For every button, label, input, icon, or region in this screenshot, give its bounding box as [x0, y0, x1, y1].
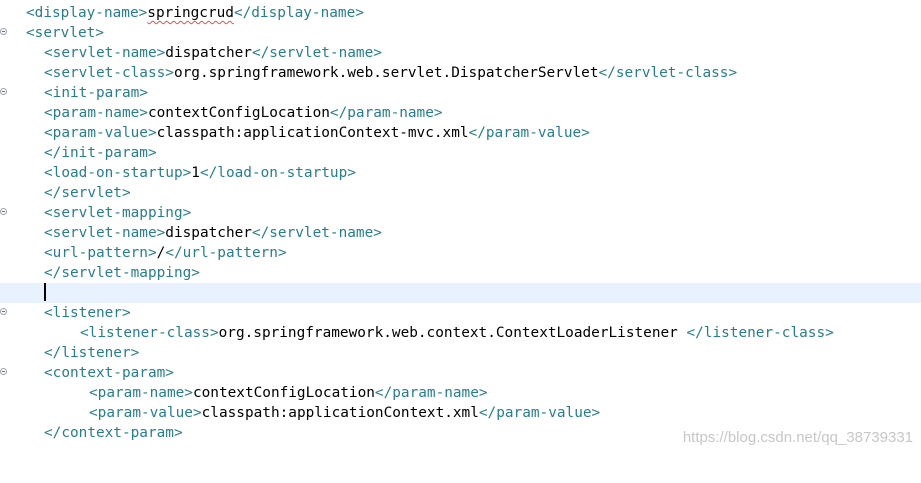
code-content: <context-param> — [44, 363, 174, 383]
open-tag: <servlet-name> — [44, 45, 166, 61]
code-content: <listener> — [44, 303, 131, 323]
code-content: <init-param> — [44, 83, 148, 103]
code-line[interactable]: <listener> — [0, 303, 921, 323]
open-tag: </servlet-mapping> — [44, 265, 200, 281]
open-tag: <display-name> — [26, 5, 148, 21]
fold-toggle-icon[interactable] — [0, 368, 7, 375]
close-tag: </load-on-startup> — [199, 165, 356, 181]
open-tag: <param-name> — [89, 385, 193, 401]
code-content — [44, 283, 46, 303]
close-tag: </param-value> — [468, 125, 590, 141]
code-content: <servlet-class>org.springframework.web.s… — [44, 63, 737, 83]
close-tag: </display-name> — [233, 5, 364, 21]
code-content: </init-param> — [44, 143, 157, 163]
code-line[interactable]: <param-name>contextConfigLocation</param… — [0, 383, 921, 403]
code-line[interactable]: <context-param> — [0, 363, 921, 383]
code-line[interactable]: <init-param> — [0, 83, 921, 103]
code-line[interactable]: </init-param> — [0, 143, 921, 163]
code-content: <servlet> — [26, 23, 104, 43]
watermark: https://blog.csdn.net/qq_38739331 — [682, 429, 913, 446]
code-content: </context-param> — [44, 423, 183, 443]
code-line[interactable]: <listener-class>org.springframework.web.… — [0, 323, 921, 343]
open-tag: <servlet> — [26, 25, 104, 41]
code-line[interactable]: </servlet-mapping> — [0, 263, 921, 283]
code-line[interactable]: <param-value>classpath:applicationContex… — [0, 123, 921, 143]
code-content: <servlet-name>dispatcher</servlet-name> — [44, 223, 382, 243]
fold-toggle-icon[interactable] — [0, 88, 7, 95]
code-line[interactable]: <servlet-mapping> — [0, 203, 921, 223]
tag-text: org.springframework.web.servlet.Dispatch… — [173, 65, 599, 81]
open-tag: </init-param> — [44, 145, 157, 161]
code-line[interactable]: <param-name>contextConfigLocation</param… — [0, 103, 921, 123]
open-tag: <param-value> — [89, 405, 202, 421]
code-content: <url-pattern>/</url-pattern> — [44, 243, 287, 263]
open-tag: <url-pattern> — [44, 245, 157, 261]
tag-text: / — [156, 245, 166, 261]
open-tag: <servlet-mapping> — [44, 205, 192, 221]
code-line[interactable]: </listener> — [0, 343, 921, 363]
open-tag: <param-value> — [44, 125, 157, 141]
tag-text: 1 — [191, 165, 200, 181]
open-tag: </context-param> — [44, 425, 183, 441]
close-tag: </param-value> — [478, 405, 601, 421]
open-tag: </servlet> — [44, 185, 131, 201]
code-content: <servlet-mapping> — [44, 203, 191, 223]
code-line-current[interactable] — [0, 283, 921, 303]
code-line[interactable]: <display-name>springcrud</display-name> — [0, 3, 921, 23]
code-content: </listener> — [44, 343, 139, 363]
text-caret — [44, 283, 46, 301]
open-tag: <init-param> — [44, 85, 148, 101]
open-tag: <listener> — [44, 305, 131, 321]
tag-text: contextConfigLocation — [147, 105, 330, 121]
code-content: <display-name>springcrud</display-name> — [26, 3, 364, 23]
code-line[interactable]: <param-value>classpath:applicationContex… — [0, 403, 921, 423]
code-line[interactable]: <servlet-class>org.springframework.web.s… — [0, 63, 921, 83]
code-content: <listener-class>org.springframework.web.… — [80, 323, 834, 343]
code-content: <param-name>contextConfigLocation</param… — [89, 383, 488, 403]
tag-text: contextConfigLocation — [192, 385, 375, 401]
tag-text: dispatcher — [165, 225, 252, 241]
open-tag: <param-name> — [44, 105, 148, 121]
code-content: <param-name>contextConfigLocation</param… — [44, 103, 443, 123]
close-tag: </servlet-name> — [251, 225, 382, 241]
fold-toggle-icon[interactable] — [0, 208, 7, 215]
tag-text: springcrud — [147, 5, 234, 21]
tag-text: dispatcher — [165, 45, 252, 61]
code-content: </servlet> — [44, 183, 131, 203]
close-tag: </listener-class> — [686, 325, 834, 341]
fold-toggle-icon[interactable] — [0, 308, 7, 315]
open-tag: <servlet-name> — [44, 225, 166, 241]
code-content: <param-value>classpath:applicationContex… — [44, 123, 590, 143]
close-tag: </param-name> — [374, 385, 488, 401]
tag-text: classpath:applicationContext.xml — [201, 405, 479, 421]
fold-toggle-icon[interactable] — [0, 28, 7, 35]
code-line[interactable]: </servlet> — [0, 183, 921, 203]
code-content: <param-value>classpath:applicationContex… — [89, 403, 600, 423]
open-tag: <servlet-class> — [44, 65, 174, 81]
code-line[interactable]: <servlet-name>dispatcher</servlet-name> — [0, 43, 921, 63]
close-tag: </param-name> — [329, 105, 443, 121]
close-tag: </servlet-class> — [598, 65, 738, 81]
open-tag: </listener> — [44, 345, 140, 361]
tag-text: classpath:applicationContext-mvc.xml — [156, 125, 469, 141]
code-line[interactable]: <servlet-name>dispatcher</servlet-name> — [0, 223, 921, 243]
code-content: <load-on-startup>1</load-on-startup> — [44, 163, 356, 183]
code-line[interactable]: <url-pattern>/</url-pattern> — [0, 243, 921, 263]
code-content: <servlet-name>dispatcher</servlet-name> — [44, 43, 382, 63]
code-content: </servlet-mapping> — [44, 263, 200, 283]
code-line[interactable]: <servlet> — [0, 23, 921, 43]
code-line[interactable]: <load-on-startup>1</load-on-startup> — [0, 163, 921, 183]
open-tag: <context-param> — [44, 365, 174, 381]
xml-code-editor[interactable]: <display-name>springcrud</display-name> … — [0, 0, 921, 456]
tag-text: org.springframework.web.context.ContextL… — [218, 325, 687, 341]
close-tag: </url-pattern> — [165, 245, 287, 261]
close-tag: </servlet-name> — [251, 45, 382, 61]
open-tag: <load-on-startup> — [44, 165, 192, 181]
open-tag: <listener-class> — [80, 325, 219, 341]
